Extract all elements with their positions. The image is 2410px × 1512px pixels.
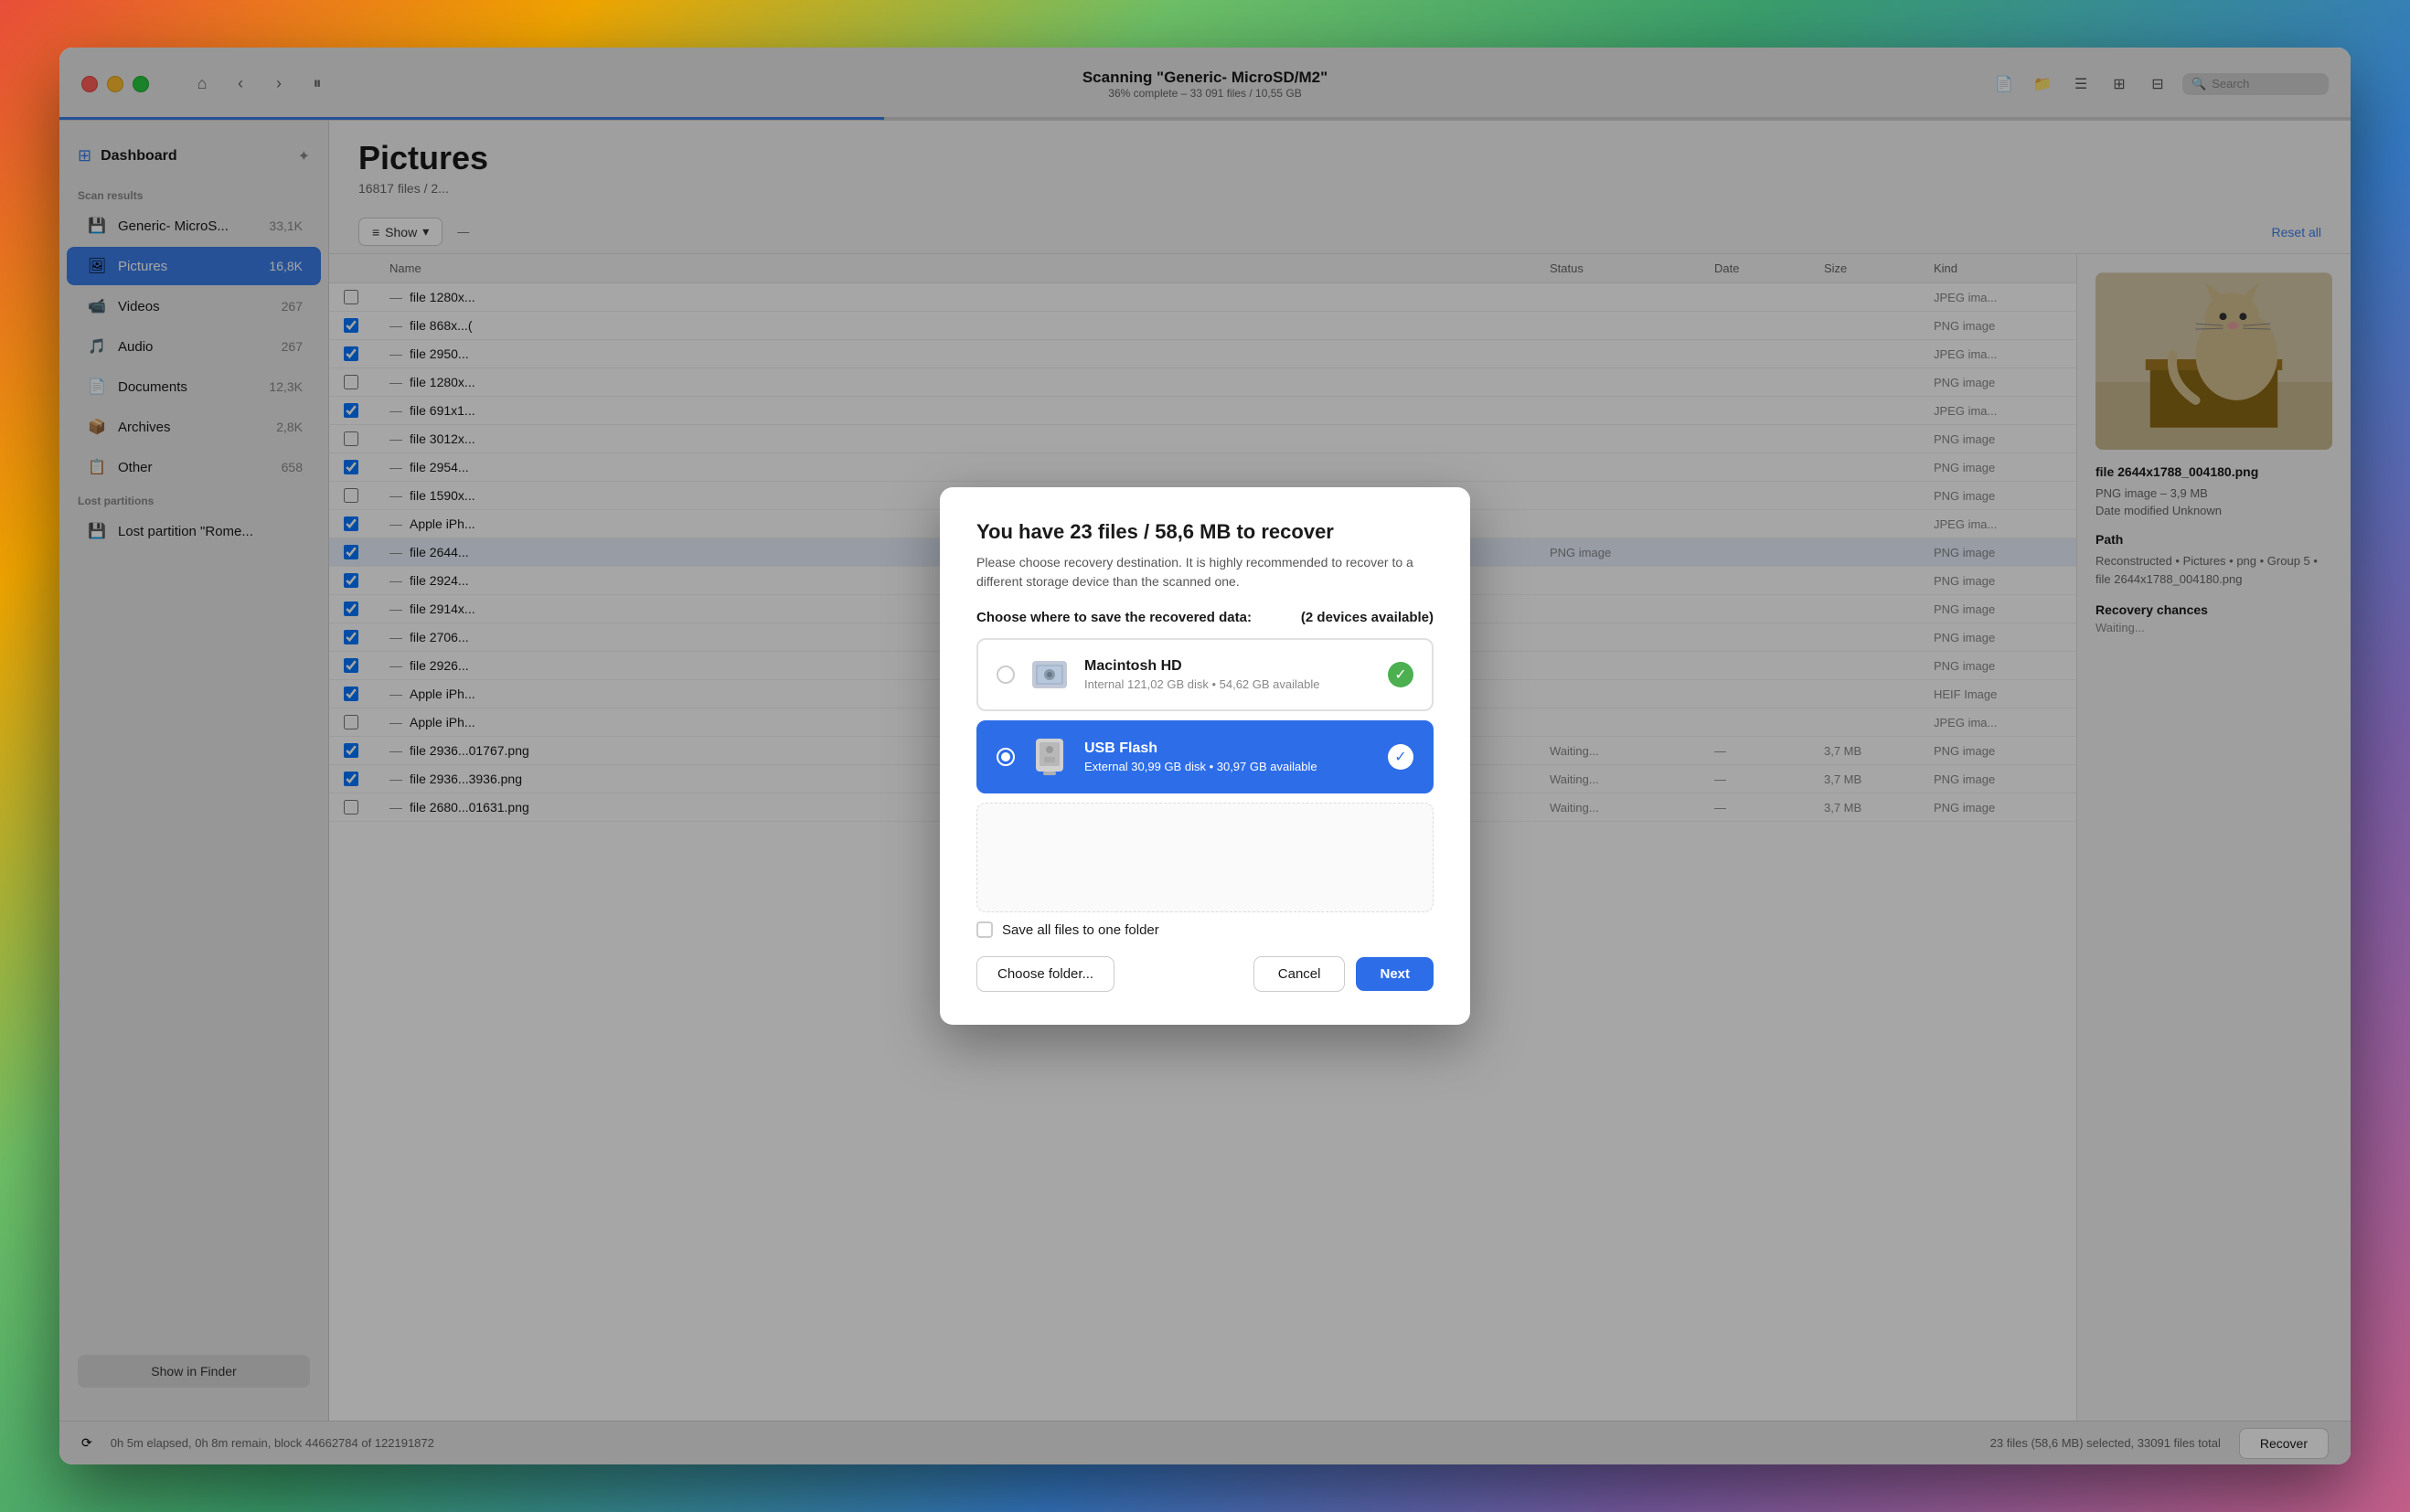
devices-available: (2 devices available) — [1301, 610, 1434, 625]
choose-label-text: Choose where to save the recovered data: — [976, 610, 1252, 625]
device-info-macintosh-hd: Macintosh HD Internal 121,02 GB disk • 5… — [1084, 658, 1320, 691]
macintosh-hd-name: Macintosh HD — [1084, 658, 1320, 675]
usb-flash-name: USB Flash — [1084, 740, 1317, 757]
mac-window: ⌂ ‹ › ⏸ Scanning "Generic- MicroSD/M2" 3… — [59, 48, 2351, 1464]
macintosh-hd-check: ✓ — [1388, 662, 1413, 687]
save-all-checkbox[interactable] — [976, 921, 993, 938]
device-option-usb-flash[interactable]: USB Flash External 30,99 GB disk • 30,97… — [976, 720, 1434, 793]
macintosh-hd-details: Internal 121,02 GB disk • 54,62 GB avail… — [1084, 677, 1320, 691]
recovery-modal: You have 23 files / 58,6 MB to recover P… — [940, 487, 1470, 1025]
modal-actions: Choose folder... Cancel Next — [976, 956, 1434, 992]
modal-description: Please choose recovery destination. It i… — [976, 553, 1434, 591]
usb-flash-check: ✓ — [1388, 744, 1413, 770]
save-all-row: Save all files to one folder — [976, 921, 1434, 938]
hd-svg-icon — [1030, 657, 1069, 692]
modal-choose-label: Choose where to save the recovered data:… — [976, 610, 1434, 625]
usb-svg-icon — [1032, 737, 1067, 777]
save-all-label: Save all files to one folder — [1002, 922, 1159, 938]
macintosh-hd-icon — [1029, 655, 1070, 695]
device-radio-macintosh-hd[interactable] — [997, 665, 1015, 684]
device-info-usb-flash: USB Flash External 30,99 GB disk • 30,97… — [1084, 740, 1317, 773]
device-option-macintosh-hd[interactable]: Macintosh HD Internal 121,02 GB disk • 5… — [976, 638, 1434, 711]
modal-title: You have 23 files / 58,6 MB to recover — [976, 520, 1434, 544]
usb-flash-icon — [1029, 737, 1070, 777]
usb-flash-details: External 30,99 GB disk • 30,97 GB availa… — [1084, 760, 1317, 773]
empty-device-slots — [976, 803, 1434, 912]
modal-overlay: You have 23 files / 58,6 MB to recover P… — [59, 48, 2351, 1464]
next-button[interactable]: Next — [1356, 957, 1434, 991]
choose-folder-button[interactable]: Choose folder... — [976, 956, 1114, 992]
cancel-button[interactable]: Cancel — [1253, 956, 1346, 992]
device-radio-usb-flash[interactable] — [997, 748, 1015, 766]
